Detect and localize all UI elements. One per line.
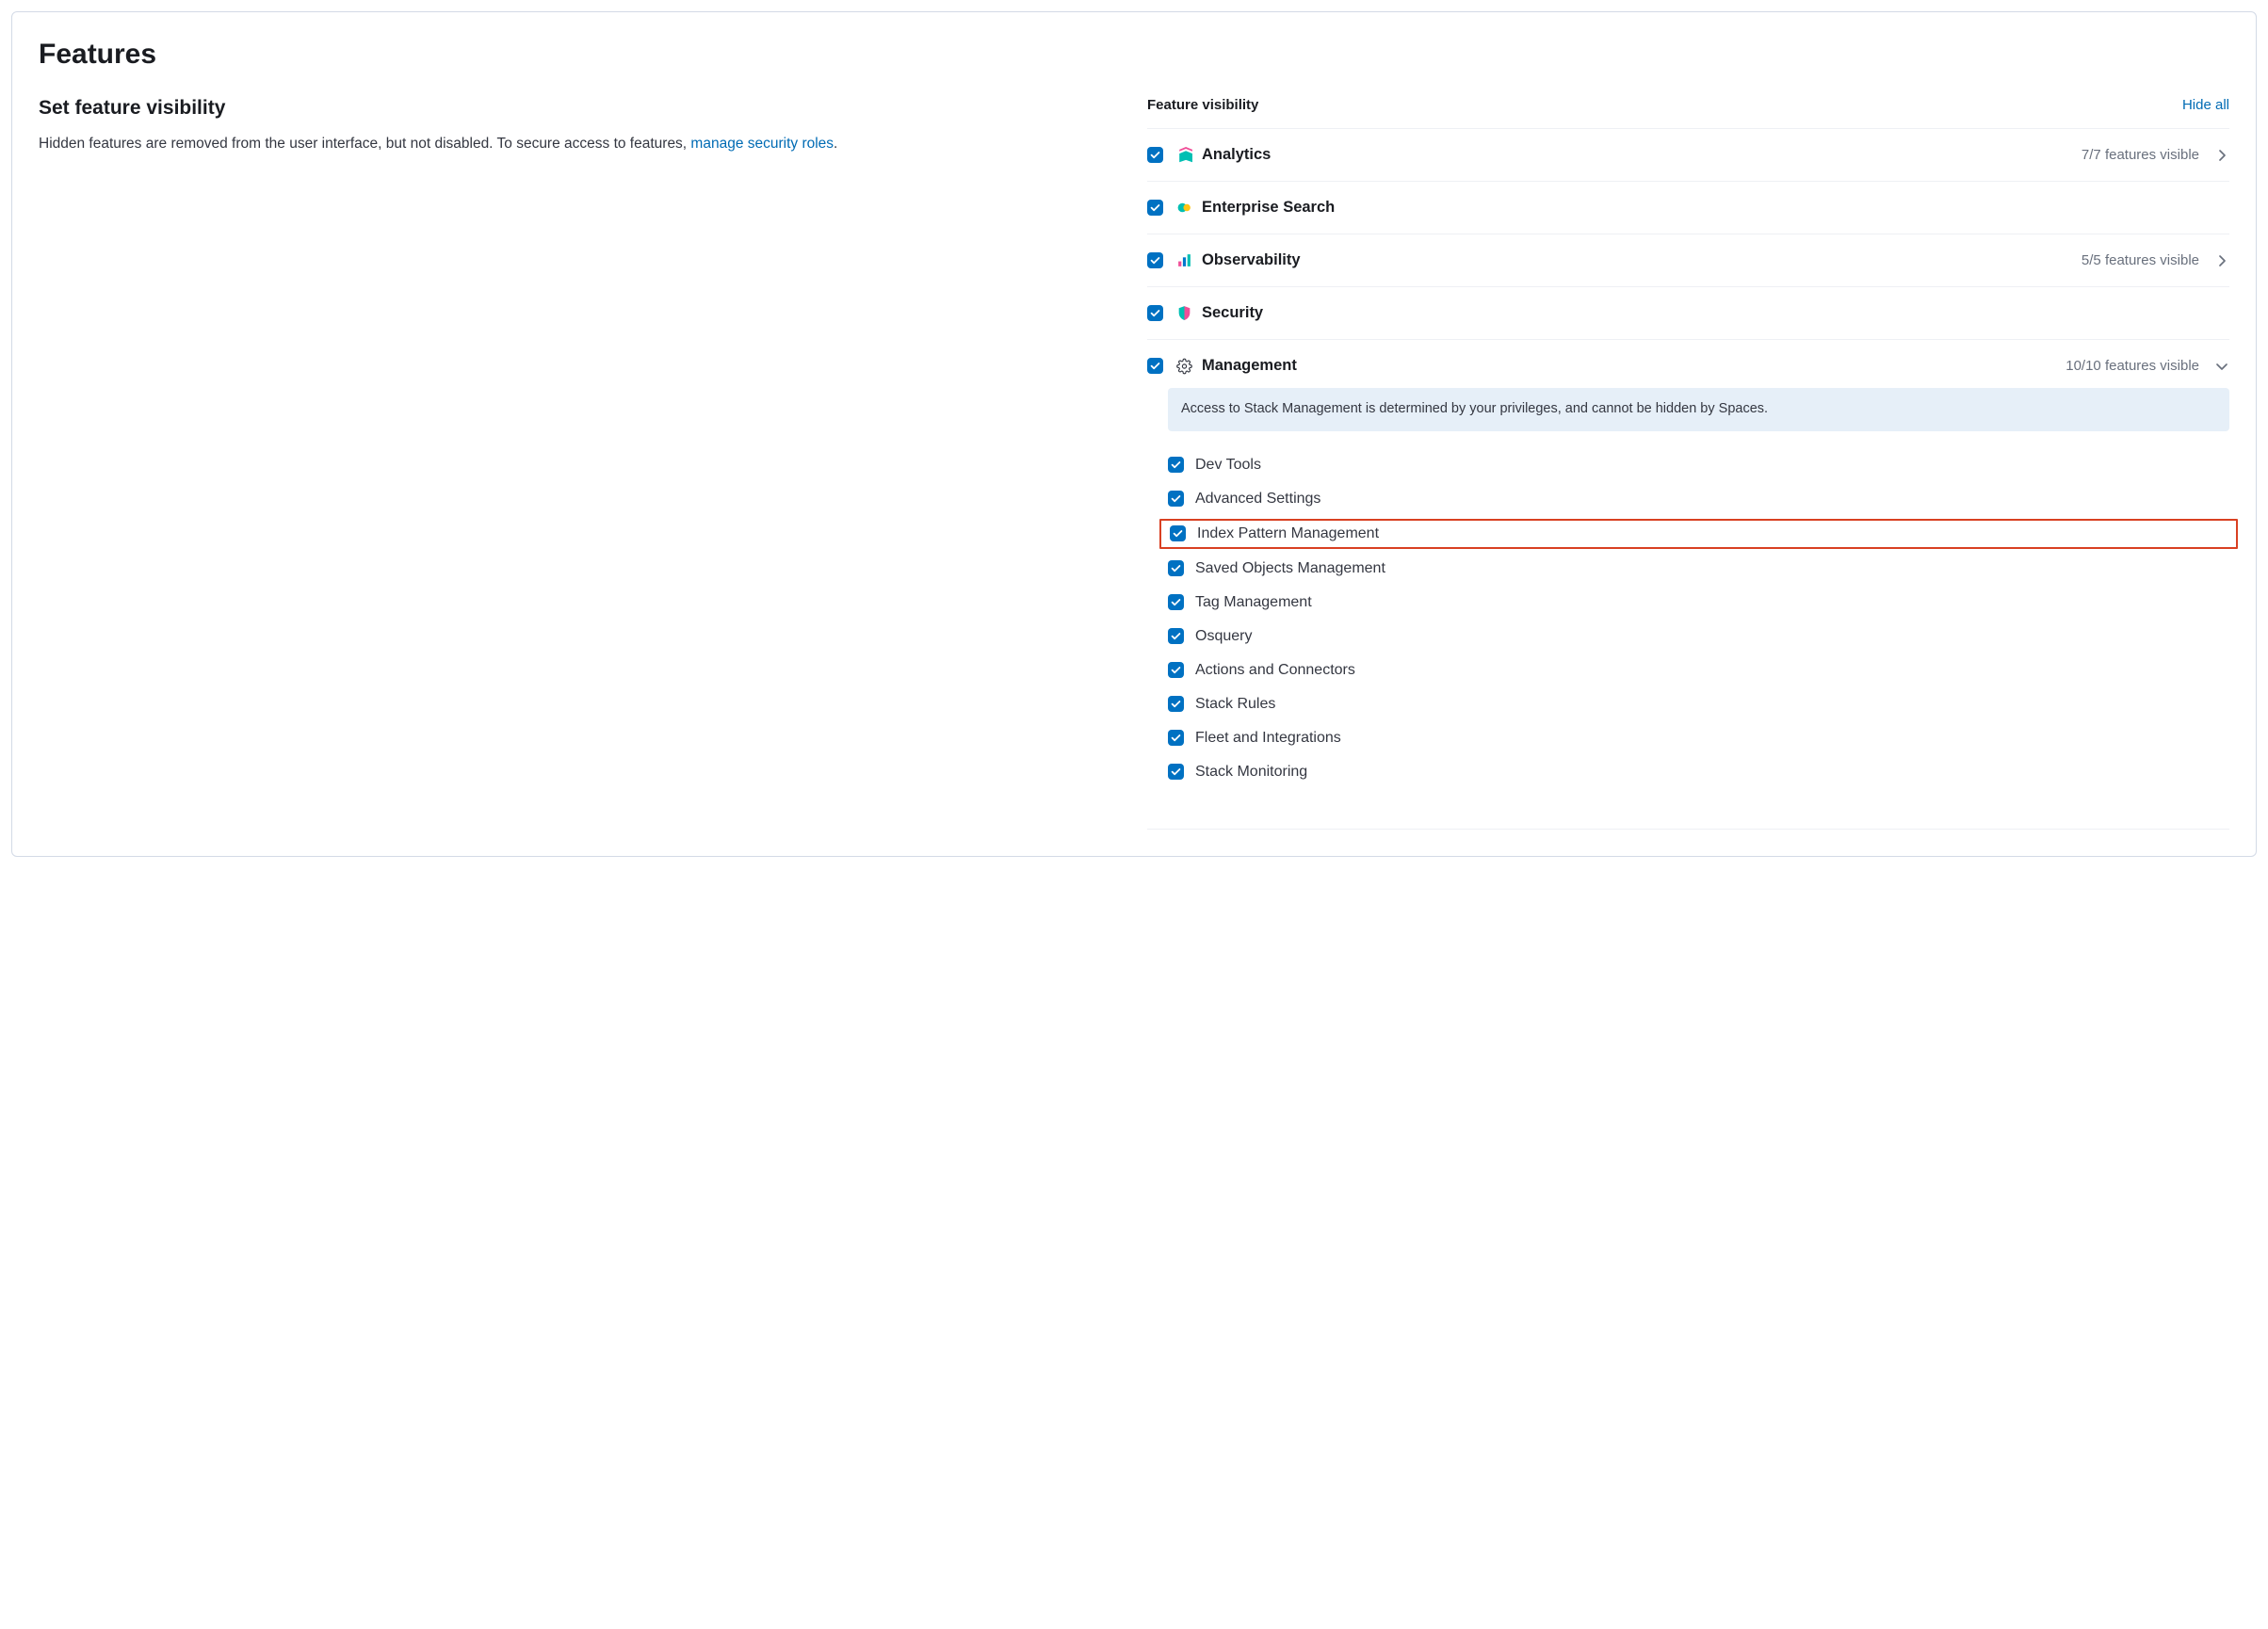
category-title-management: Management — [1202, 357, 1297, 375]
sub-item-dev-tools: Dev Tools — [1168, 448, 2229, 482]
category-status-management: 10/10 features visible — [2066, 358, 2199, 374]
sub-item-fleet-integrations: Fleet and Integrations — [1168, 721, 2229, 755]
chevron-right-icon[interactable] — [2214, 253, 2229, 268]
security-icon — [1176, 305, 1192, 321]
sub-label-stack-rules: Stack Rules — [1195, 696, 1275, 713]
sub-label-dev-tools: Dev Tools — [1195, 457, 1261, 474]
category-title-security: Security — [1202, 304, 1263, 322]
category-analytics: Analytics 7/7 features visible — [1147, 128, 2229, 181]
desc-text-before: Hidden features are removed from the use… — [39, 136, 690, 152]
visibility-header: Feature visibility Hide all — [1147, 97, 2229, 113]
sub-item-index-pattern-management: Index Pattern Management — [1159, 519, 2238, 549]
analytics-icon — [1176, 147, 1192, 163]
sub-checkbox-actions-connectors[interactable] — [1168, 662, 1184, 678]
features-panel: Features Set feature visibility Hidden f… — [11, 11, 2257, 857]
sub-label-index-pattern-management: Index Pattern Management — [1197, 525, 1379, 542]
category-status-observability: 5/5 features visible — [2082, 252, 2199, 268]
category-row-observability[interactable]: Observability 5/5 features visible — [1147, 251, 2229, 269]
gear-icon — [1176, 358, 1192, 374]
columns: Set feature visibility Hidden features a… — [39, 97, 2229, 830]
category-observability: Observability 5/5 features visible — [1147, 234, 2229, 286]
sub-item-advanced-settings: Advanced Settings — [1168, 482, 2229, 516]
category-status-analytics: 7/7 features visible — [2082, 147, 2199, 163]
sub-label-osquery: Osquery — [1195, 628, 1252, 645]
category-security: Security — [1147, 286, 2229, 339]
category-enterprise-search: Enterprise Search — [1147, 181, 2229, 234]
sub-checkbox-osquery[interactable] — [1168, 628, 1184, 644]
divider — [1147, 829, 2229, 830]
sub-checkbox-tag-management[interactable] — [1168, 594, 1184, 610]
category-title-observability: Observability — [1202, 251, 1301, 269]
chevron-right-icon[interactable] — [2214, 148, 2229, 163]
observability-icon — [1176, 252, 1192, 268]
category-row-enterprise-search[interactable]: Enterprise Search — [1147, 199, 2229, 217]
category-management: Management 10/10 features visible Access… — [1147, 339, 2229, 806]
manage-roles-link[interactable]: manage security roles — [690, 136, 834, 152]
sub-checkbox-stack-rules[interactable] — [1168, 696, 1184, 712]
visibility-header-label: Feature visibility — [1147, 97, 1258, 113]
sub-item-tag-management: Tag Management — [1168, 586, 2229, 620]
sub-label-advanced-settings: Advanced Settings — [1195, 491, 1320, 508]
right-column: Feature visibility Hide all Analytics 7/… — [1147, 97, 2229, 830]
sub-checkbox-advanced-settings[interactable] — [1168, 491, 1184, 507]
sub-item-saved-objects: Saved Objects Management — [1168, 552, 2229, 586]
sub-item-osquery: Osquery — [1168, 620, 2229, 653]
set-visibility-title: Set feature visibility — [39, 97, 1121, 120]
category-checkbox-management[interactable] — [1147, 358, 1163, 374]
category-checkbox-observability[interactable] — [1147, 252, 1163, 268]
desc-text-after: . — [834, 136, 837, 152]
management-notice: Access to Stack Management is determined… — [1168, 388, 2229, 431]
sub-label-tag-management: Tag Management — [1195, 594, 1312, 611]
category-row-management[interactable]: Management 10/10 features visible — [1147, 357, 2229, 375]
sub-checkbox-stack-monitoring[interactable] — [1168, 764, 1184, 780]
category-checkbox-analytics[interactable] — [1147, 147, 1163, 163]
sub-item-stack-rules: Stack Rules — [1168, 687, 2229, 721]
category-title-enterprise-search: Enterprise Search — [1202, 199, 1335, 217]
sub-checkbox-index-pattern-management[interactable] — [1170, 525, 1186, 541]
enterprise-search-icon — [1176, 200, 1192, 216]
sub-item-actions-connectors: Actions and Connectors — [1168, 653, 2229, 687]
category-row-analytics[interactable]: Analytics 7/7 features visible — [1147, 146, 2229, 164]
hide-all-button[interactable]: Hide all — [2182, 97, 2229, 113]
sub-label-fleet-integrations: Fleet and Integrations — [1195, 730, 1341, 747]
category-row-security[interactable]: Security — [1147, 304, 2229, 322]
sub-checkbox-fleet-integrations[interactable] — [1168, 730, 1184, 746]
visibility-description: Hidden features are removed from the use… — [39, 133, 1121, 154]
category-title-analytics: Analytics — [1202, 146, 1271, 164]
sub-label-actions-connectors: Actions and Connectors — [1195, 662, 1355, 679]
left-column: Set feature visibility Hidden features a… — [39, 97, 1121, 830]
sub-label-saved-objects: Saved Objects Management — [1195, 560, 1385, 577]
category-checkbox-security[interactable] — [1147, 305, 1163, 321]
page-title: Features — [39, 39, 2229, 71]
sub-label-stack-monitoring: Stack Monitoring — [1195, 764, 1307, 781]
management-sublist: Dev Tools Advanced Settings Index Patter… — [1168, 448, 2229, 789]
sub-item-stack-monitoring: Stack Monitoring — [1168, 755, 2229, 789]
sub-checkbox-saved-objects[interactable] — [1168, 560, 1184, 576]
category-checkbox-enterprise-search[interactable] — [1147, 200, 1163, 216]
sub-checkbox-dev-tools[interactable] — [1168, 457, 1184, 473]
chevron-down-icon[interactable] — [2214, 359, 2229, 374]
